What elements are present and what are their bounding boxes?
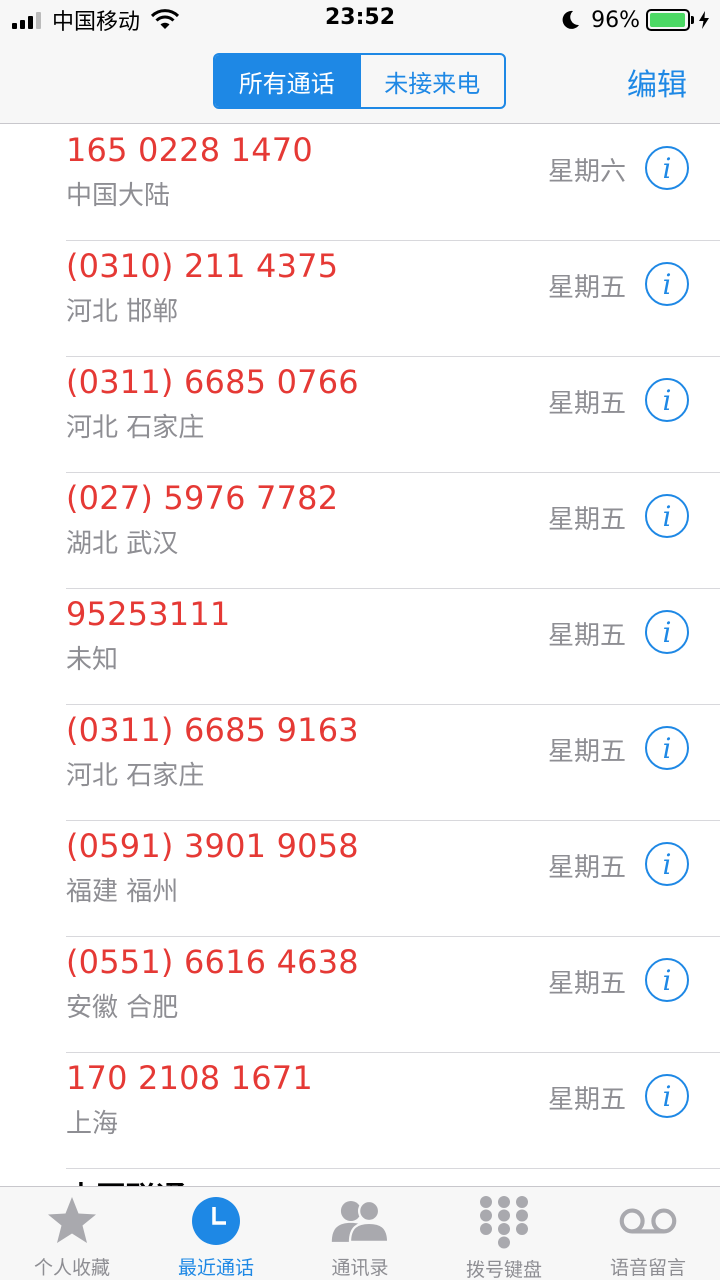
tab-favorites[interactable]: 个人收藏 [0,1187,144,1280]
keypad-icon [474,1195,534,1249]
call-row[interactable]: (0551) 6616 4638 安徽 合肥 星期五 i [0,937,720,1053]
call-row[interactable]: 165 0228 1470 中国大陆 星期六 i [0,125,720,241]
battery-tip [691,16,694,24]
tab-label: 语音留言 [609,1257,686,1279]
contacts-icon [330,1195,390,1247]
call-row[interactable]: (0311) 6685 0766 河北 石家庄 星期五 i [0,357,720,473]
caller-location: 河北 石家庄 [66,761,205,791]
call-row[interactable]: 95253111 未知 星期五 i [0,589,720,705]
caller-location: 河北 邯郸 [66,297,179,327]
info-icon[interactable]: i [645,726,689,770]
call-day: 星期五 [547,737,626,767]
voicemail-icon [618,1195,678,1247]
segment-missed-calls[interactable]: 未接来电 [358,55,505,107]
call-row[interactable]: (0591) 3901 9058 福建 福州 星期五 i [0,821,720,937]
call-day: 星期六 [547,157,626,187]
info-icon[interactable]: i [645,958,689,1002]
info-icon[interactable]: i [645,378,689,422]
caller-location: 中国大陆 [66,181,171,211]
edit-button[interactable]: 编辑 [627,60,687,104]
signal-strength-icon [12,11,44,29]
caller-number: 170 2108 1671 [66,1059,313,1097]
status-right: 96% [559,6,710,34]
call-day: 星期五 [547,969,626,999]
info-icon[interactable]: i [645,610,689,654]
carrier-name: 中国移动 [52,10,141,35]
caller-number: (0311) 6685 9163 [66,711,359,749]
info-icon[interactable]: i [645,262,689,306]
battery-percentage: 96% [591,7,640,33]
caller-location: 上海 [66,1109,119,1139]
call-day: 星期五 [547,853,626,883]
caller-number: (0310) 211 4375 [66,247,339,285]
do-not-disturb-moon-icon [562,10,580,29]
caller-number: (0591) 3901 9058 [66,827,359,865]
caller-number: (0551) 6616 4638 [66,943,359,981]
tab-label: 拨号键盘 [465,1259,542,1280]
navigation-bar: 所有通话 未接来电 编辑 [0,40,720,124]
call-day: 星期五 [547,505,626,535]
info-icon[interactable]: i [645,146,689,190]
call-day: 星期五 [547,273,626,303]
call-row[interactable]: (0310) 211 4375 河北 邯郸 星期五 i [0,241,720,357]
caller-number: (027) 5976 7782 [66,479,339,517]
call-day: 星期五 [547,1085,626,1115]
caller-location: 河北 石家庄 [66,413,205,443]
call-filter-segmented-control: 所有通话 未接来电 [213,53,506,109]
tab-label: 通讯录 [331,1257,389,1279]
call-row[interactable]: (027) 5976 7782 湖北 武汉 星期五 i [0,473,720,589]
tab-voicemail[interactable]: 语音留言 [576,1187,720,1280]
star-icon [42,1195,102,1247]
battery-icon [646,9,690,31]
caller-number: 165 0228 1470 [66,131,313,169]
clock-icon [186,1195,246,1247]
tab-label: 个人收藏 [33,1257,110,1279]
status-left: 中国移动 [12,6,180,35]
call-row[interactable]: 170 2108 1671 上海 星期五 i [0,1053,720,1169]
tab-bar: 个人收藏 最近通话 通讯录 拨号键盘 语音留言 [0,1186,720,1280]
caller-location: 湖北 武汉 [66,529,179,559]
wifi-icon [150,9,180,29]
call-row[interactable]: (0311) 6685 9163 河北 石家庄 星期五 i [0,705,720,821]
segment-all-calls[interactable]: 所有通话 [215,55,359,107]
info-icon[interactable]: i [645,842,689,886]
caller-location: 未知 [66,645,119,675]
recent-calls-list: 165 0228 1470 中国大陆 星期六 i (0310) 211 4375 河北 邯… [0,125,720,1169]
tab-contacts[interactable]: 通讯录 [288,1187,432,1280]
caller-location: 安徽 合肥 [66,993,179,1023]
call-day: 星期五 [547,389,626,419]
charging-bolt-icon [699,11,709,29]
tab-label: 最近通话 [177,1257,254,1279]
caller-number: 95253111 [66,595,231,633]
call-day: 星期五 [547,621,626,651]
tab-keypad[interactable]: 拨号键盘 [432,1187,576,1280]
caller-number: (0311) 6685 0766 [66,363,359,401]
info-icon[interactable]: i [645,494,689,538]
battery-fill [650,13,685,27]
tab-recents[interactable]: 最近通话 [144,1187,288,1280]
caller-location: 福建 福州 [66,877,179,907]
status-bar: 中国移动 23:52 96% [0,0,720,40]
info-icon[interactable]: i [645,1074,689,1118]
